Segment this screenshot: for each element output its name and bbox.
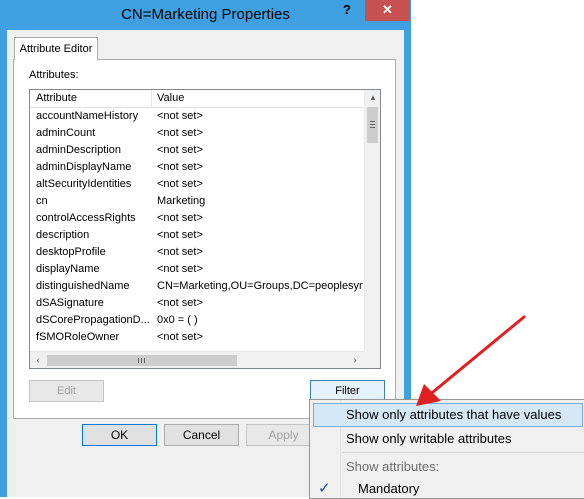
- title-bar[interactable]: CN=Marketing Properties ? ✕: [0, 0, 411, 30]
- attribute-name: displayName: [36, 263, 100, 275]
- attribute-value: 0x0 = ( ): [157, 314, 198, 326]
- table-row[interactable]: fSMORoleOwner <not set>: [30, 329, 363, 346]
- menu-item-mandatory[interactable]: ✓ Mandatory: [310, 477, 584, 499]
- grip-line: [141, 358, 142, 363]
- attribute-value: <not set>: [157, 161, 203, 173]
- menu-item-label: Show only attributes that have values: [346, 407, 562, 422]
- attributes-list[interactable]: Attribute Value accountNameHistory <not s…: [29, 89, 381, 369]
- column-header-value[interactable]: Value: [157, 92, 184, 104]
- table-row[interactable]: adminDisplayName <not set>: [30, 159, 363, 176]
- attribute-value: <not set>: [157, 144, 203, 156]
- table-row[interactable]: desktopProfile <not set>: [30, 244, 363, 261]
- column-divider[interactable]: [151, 90, 152, 107]
- attributes-label: Attributes:: [29, 69, 79, 81]
- column-header-attribute[interactable]: Attribute: [36, 92, 77, 104]
- scroll-right-arrow-icon[interactable]: ›: [347, 352, 363, 368]
- grip-line: [144, 358, 145, 363]
- vertical-scroll-thumb[interactable]: [367, 107, 378, 143]
- attribute-name: altSecurityIdentities: [36, 178, 132, 190]
- checkmark-icon: ✓: [318, 480, 331, 497]
- table-row[interactable]: dSASignature <not set>: [30, 295, 363, 312]
- table-row[interactable]: description <not set>: [30, 227, 363, 244]
- attribute-value: Marketing: [157, 195, 206, 207]
- attribute-rows: accountNameHistory <not set> adminCount <no…: [30, 108, 363, 346]
- grip-line: [370, 127, 375, 128]
- attribute-name: accountNameHistory: [36, 110, 139, 122]
- edit-button[interactable]: Edit: [29, 380, 104, 402]
- tab-attribute-editor[interactable]: Attribute Editor: [14, 37, 98, 60]
- attribute-name: dSCorePropagationD...: [36, 314, 150, 326]
- table-row[interactable]: accountNameHistory <not set>: [30, 108, 363, 125]
- attribute-name: adminCount: [36, 127, 96, 139]
- menu-item-show-writable-only[interactable]: Show only writable attributes: [310, 427, 584, 449]
- grip-line: [138, 358, 139, 363]
- table-row[interactable]: adminDescription <not set>: [30, 142, 363, 159]
- attribute-name: adminDisplayName: [36, 161, 132, 173]
- menu-separator: [342, 452, 584, 453]
- filter-menu: Show only attributes that have values Sh…: [309, 399, 584, 499]
- horizontal-scrollbar[interactable]: ‹ ›: [30, 351, 364, 368]
- grip-line: [370, 121, 375, 122]
- attribute-name: description: [36, 229, 90, 241]
- cancel-button[interactable]: Cancel: [164, 424, 239, 446]
- horizontal-scroll-thumb[interactable]: [47, 355, 237, 366]
- attribute-name: adminDescription: [36, 144, 121, 156]
- attribute-editor-panel: Attributes: Attribute Value accountNameH…: [13, 59, 396, 419]
- attribute-name: fSMORoleOwner: [36, 331, 120, 343]
- attribute-value: <not set>: [157, 297, 203, 309]
- menu-item-label: Show only writable attributes: [346, 431, 512, 446]
- attribute-value: <not set>: [157, 212, 203, 224]
- menu-item-show-values-only[interactable]: Show only attributes that have values: [313, 403, 583, 427]
- annotation-arrow-shaft: [431, 315, 526, 394]
- list-header: Attribute Value: [30, 90, 363, 108]
- attribute-value: <not set>: [157, 246, 203, 258]
- attribute-value: <not set>: [157, 110, 203, 122]
- table-row[interactable]: dSCorePropagationD... 0x0 = ( ): [30, 312, 363, 329]
- table-row[interactable]: distinguishedName CN=Marketing,OU=Groups,…: [30, 278, 363, 295]
- scroll-left-arrow-icon[interactable]: ‹: [30, 352, 46, 368]
- vertical-scrollbar[interactable]: ▲: [364, 90, 380, 351]
- attribute-value: <not set>: [157, 127, 203, 139]
- attribute-name: controlAccessRights: [36, 212, 136, 224]
- attribute-name: desktopProfile: [36, 246, 106, 258]
- table-row[interactable]: cn Marketing: [30, 193, 363, 210]
- menu-item-label: Mandatory: [358, 481, 420, 496]
- table-row[interactable]: displayName <not set>: [30, 261, 363, 278]
- close-button[interactable]: ✕: [365, 0, 410, 21]
- table-row[interactable]: adminCount <not set>: [30, 125, 363, 142]
- table-row[interactable]: altSecurityIdentities <not set>: [30, 176, 363, 193]
- attribute-value: <not set>: [157, 263, 203, 275]
- attribute-name: cn: [36, 195, 48, 207]
- attribute-value: <not set>: [157, 178, 203, 190]
- help-button[interactable]: ?: [331, 0, 363, 21]
- attribute-value: <not set>: [157, 229, 203, 241]
- attribute-name: dSASignature: [36, 297, 104, 309]
- menu-section-header: Show attributes:: [346, 459, 440, 474]
- ok-button[interactable]: OK: [82, 424, 157, 446]
- table-row[interactable]: controlAccessRights <not set>: [30, 210, 363, 227]
- scrollbar-corner: [364, 351, 380, 368]
- attribute-value: CN=Marketing,OU=Groups,DC=peoplesync,DC=: [157, 280, 363, 292]
- attribute-name: distinguishedName: [36, 280, 130, 292]
- scroll-up-arrow-icon[interactable]: ▲: [365, 90, 380, 106]
- grip-line: [370, 124, 375, 125]
- attribute-value: <not set>: [157, 331, 203, 343]
